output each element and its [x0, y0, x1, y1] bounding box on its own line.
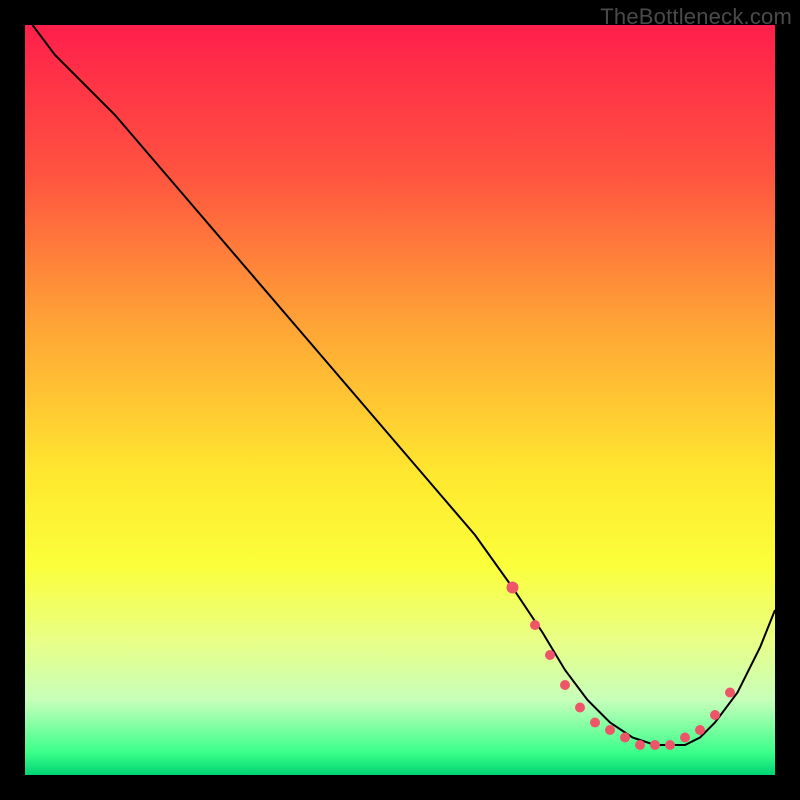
curve-marker: [575, 703, 585, 713]
curve-marker: [620, 733, 630, 743]
curve-marker: [695, 725, 705, 735]
curve-marker: [605, 725, 615, 735]
plot-background: [25, 25, 775, 775]
curve-marker: [665, 740, 675, 750]
curve-marker: [560, 680, 570, 690]
curve-marker: [590, 718, 600, 728]
curve-marker: [545, 650, 555, 660]
curve-marker: [507, 582, 519, 594]
curve-marker: [725, 688, 735, 698]
curve-marker: [710, 710, 720, 720]
watermark-text: TheBottleneck.com: [600, 4, 792, 30]
curve-marker: [680, 733, 690, 743]
curve-marker: [635, 740, 645, 750]
curve-marker: [530, 620, 540, 630]
curve-marker: [650, 740, 660, 750]
chart-svg: [0, 0, 800, 800]
chart-stage: TheBottleneck.com: [0, 0, 800, 800]
